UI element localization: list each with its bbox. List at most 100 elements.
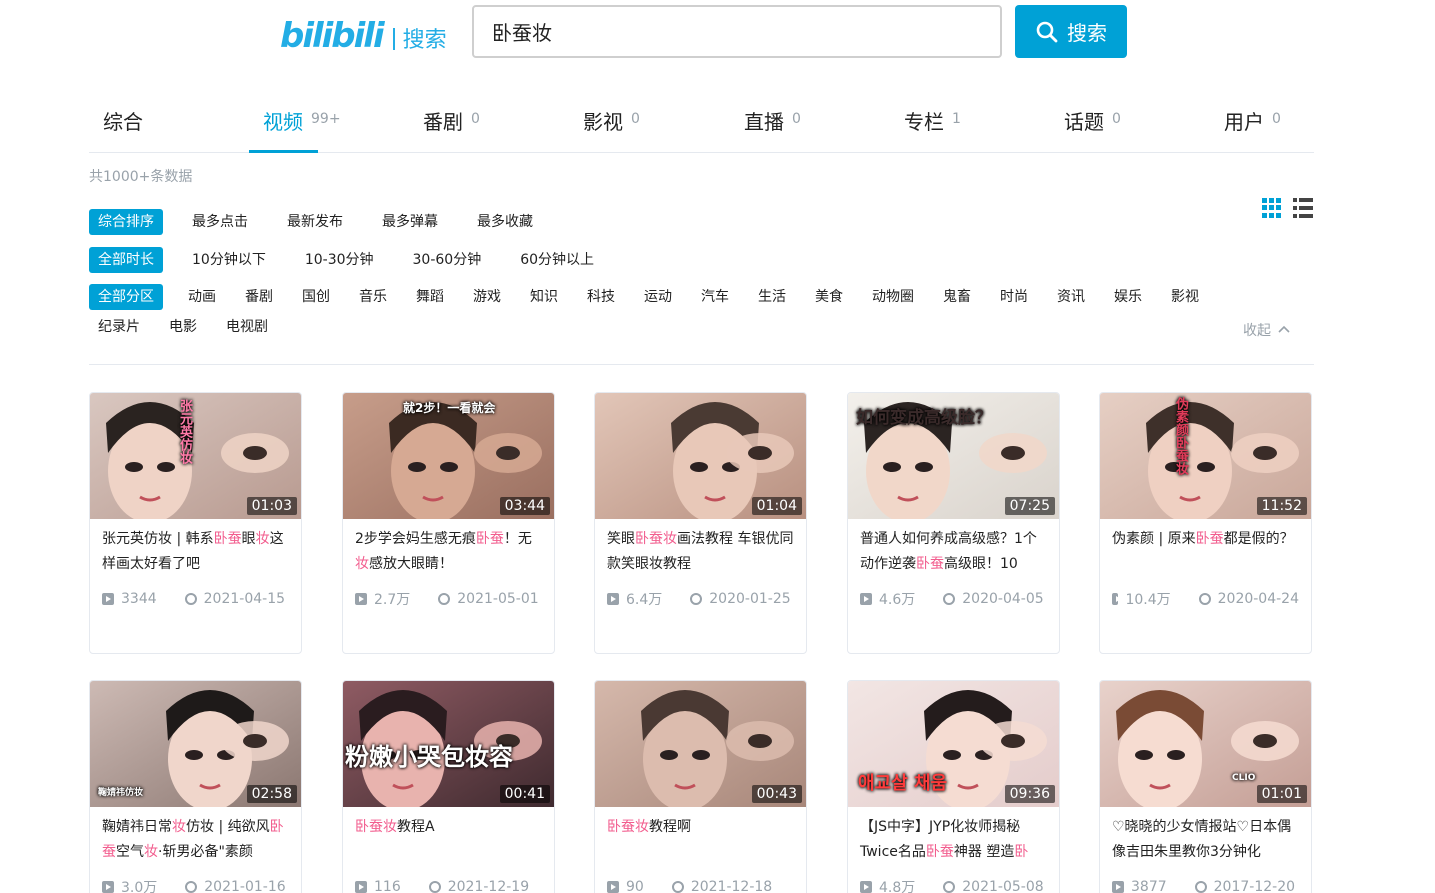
video-card[interactable]: 粉嫩小哭包妆容 00:41 卧蚕妆教程A 116 2021-12-19	[342, 680, 555, 893]
title-text: 都是假的？	[1223, 531, 1294, 547]
filter-zone-item[interactable]: 动物圈	[863, 284, 923, 310]
filter-sort-favorites[interactable]: 最多收藏	[468, 209, 542, 235]
video-thumbnail[interactable]: CLIO 01:01	[1100, 681, 1311, 807]
title-text: ！无	[503, 531, 532, 547]
video-title[interactable]: ♡晓晓的少女情报站♡日本偶像吉田朱里教你3分钟化	[1100, 815, 1311, 865]
title-text: 教程啊	[649, 819, 691, 835]
video-card[interactable]: 伪素颜卧蚕妆 11:52 伪素颜 | 原来卧蚕都是假的？ 10.4万 2020-04…	[1099, 392, 1312, 654]
filter-duration-over60[interactable]: 60分钟以上	[511, 247, 603, 273]
video-thumbnail[interactable]: 粉嫩小哭包妆容 00:41	[343, 681, 554, 807]
video-duration: 02:58	[246, 785, 297, 803]
video-title[interactable]: 卧蚕妆教程A	[343, 815, 554, 865]
filter-zone-item[interactable]: 资讯	[1048, 284, 1094, 310]
filter-sort-newest[interactable]: 最新发布	[278, 209, 352, 235]
filter-zone-item[interactable]: 动画	[179, 284, 225, 310]
tab-topic[interactable]: 话题 0	[1064, 96, 1121, 153]
upload-date-wrap: 2021-12-18	[671, 879, 772, 893]
filter-zone-item[interactable]: 影视	[1162, 284, 1208, 310]
filter-zone-item[interactable]: 游戏	[464, 284, 510, 310]
play-count: 90	[626, 879, 644, 893]
video-title[interactable]: 笑眼卧蚕妆画法教程 车银优同款笑眼妆教程	[595, 527, 806, 577]
filter-zone-item[interactable]: 美食	[806, 284, 852, 310]
filter-zone-item[interactable]: 时尚	[991, 284, 1037, 310]
filter-zone-item[interactable]: 鬼畜	[934, 284, 980, 310]
video-title[interactable]: 2步学会妈生感无痕卧蚕！无妆感放大眼睛！	[343, 527, 554, 577]
filter-zone-item[interactable]: 音乐	[350, 284, 396, 310]
logo-wordmark: bilibili	[280, 16, 385, 56]
video-title[interactable]: 鞠婧祎日常妆仿妆 | 纯欲风卧蚕空气妆·斩男必备"素颜	[90, 815, 301, 865]
filter-duration-all[interactable]: 全部时长	[89, 247, 163, 273]
video-thumbnail[interactable]: 00:43	[595, 681, 806, 807]
clock-icon	[1194, 881, 1207, 893]
filter-zone-item[interactable]: 国创	[293, 284, 339, 310]
video-thumbnail[interactable]: 就2步！一看就会 03:44	[343, 393, 554, 519]
filter-zone-item[interactable]: 汽车	[692, 284, 738, 310]
video-card[interactable]: 00:43 卧蚕妆教程啊 90 2021-12-18	[594, 680, 807, 893]
tab-live[interactable]: 直播 0	[744, 96, 801, 153]
filter-zone-item[interactable]: 电视剧	[217, 314, 277, 340]
tab-user[interactable]: 用户 0	[1224, 96, 1281, 153]
filter-zone-item[interactable]: 运动	[635, 284, 681, 310]
grid-view-icon[interactable]	[1262, 198, 1282, 218]
filter-duration-30-60[interactable]: 30-60分钟	[404, 247, 491, 273]
video-thumbnail[interactable]: 01:04	[595, 393, 806, 519]
filter-sort-clicks[interactable]: 最多点击	[183, 209, 257, 235]
tab-label: 综合	[103, 110, 143, 134]
video-card[interactable]: 01:04 笑眼卧蚕妆画法教程 车银优同款笑眼妆教程 6.4万 2020-01-2…	[594, 392, 807, 654]
video-thumbnail[interactable]: 伪素颜卧蚕妆 11:52	[1100, 393, 1311, 519]
tab-article[interactable]: 专栏 1	[904, 96, 961, 153]
video-thumbnail[interactable]: 张元英仿妆 01:03	[90, 393, 301, 519]
search-button[interactable]: 搜索	[1015, 5, 1127, 58]
filter-zone-all[interactable]: 全部分区	[89, 284, 163, 310]
chevron-up-icon	[1278, 325, 1291, 333]
video-card[interactable]: 애교살 채움 09:36 【JS中字】JYP化妆师揭秘Twice名品卧蚕神器 塑造卧…	[847, 680, 1060, 893]
video-meta: 6.4万 2020-01-25	[595, 587, 806, 611]
play-count: 116	[374, 879, 401, 893]
filter-duration-under10[interactable]: 10分钟以下	[183, 247, 275, 273]
video-title[interactable]: 卧蚕妆教程啊	[595, 815, 806, 865]
tab-film[interactable]: 影视 0	[583, 96, 640, 153]
search-button-label: 搜索	[1067, 21, 1107, 45]
video-card[interactable]: CLIO 01:01 ♡晓晓的少女情报站♡日本偶像吉田朱里教你3分钟化 3877 2…	[1099, 680, 1312, 893]
filter-sort-danmaku[interactable]: 最多弹幕	[373, 209, 447, 235]
upload-date-wrap: 2020-04-24	[1198, 591, 1299, 607]
video-meta: 3344 2021-04-15	[90, 587, 301, 611]
video-thumbnail[interactable]: 如何变成高级脸？ 07:25	[848, 393, 1059, 519]
video-card[interactable]: 鞠婧祎仿妆 02:58 鞠婧祎日常妆仿妆 | 纯欲风卧蚕空气妆·斩男必备"素颜 3.…	[89, 680, 302, 893]
play-count-icon	[355, 881, 367, 893]
video-title[interactable]: 张元英仿妆 | 韩系卧蚕眼妆这样画太好看了吧	[90, 527, 301, 577]
filter-zone-item[interactable]: 娱乐	[1105, 284, 1151, 310]
collapse-filters-button[interactable]: 收起	[1243, 320, 1291, 340]
view-toggle	[1262, 198, 1313, 218]
video-card[interactable]: 张元英仿妆 01:03 张元英仿妆 | 韩系卧蚕眼妆这样画太好看了吧 3344 20…	[89, 392, 302, 654]
video-title[interactable]: 伪素颜 | 原来卧蚕都是假的？	[1100, 527, 1311, 577]
bilibili-logo[interactable]: bilibili 搜索	[280, 14, 447, 58]
filter-zone-item[interactable]: 生活	[749, 284, 795, 310]
video-thumbnail[interactable]: 애교살 채움 09:36	[848, 681, 1059, 807]
filter-zone-item[interactable]: 知识	[521, 284, 567, 310]
title-text: 仿妆 | 纯欲风	[186, 819, 270, 835]
video-title[interactable]: 【JS中字】JYP化妆师揭秘Twice名品卧蚕神器 塑造卧	[848, 815, 1059, 865]
tab-video[interactable]: 视频 99+	[263, 96, 341, 153]
video-thumbnail[interactable]: 鞠婧祎仿妆 02:58	[90, 681, 301, 807]
list-view-icon[interactable]	[1293, 198, 1313, 218]
tab-label: 专栏	[904, 110, 944, 134]
filter-zone-item[interactable]: 番剧	[236, 284, 282, 310]
filter-zone-item[interactable]: 舞蹈	[407, 284, 453, 310]
filter-sort-default[interactable]: 综合排序	[89, 209, 163, 235]
filter-duration-10-30[interactable]: 10-30分钟	[296, 247, 383, 273]
video-card[interactable]: 如何变成高级脸？ 07:25 普通人如何养成高级感？1个动作逆袭卧蚕高级眼！10 4…	[847, 392, 1060, 654]
tab-bangumi[interactable]: 番剧 0	[423, 96, 480, 153]
filter-zone-item[interactable]: 科技	[578, 284, 624, 310]
tab-all[interactable]: 综合	[103, 96, 143, 153]
play-count: 10.4万	[1125, 592, 1171, 608]
thumbnail-caption: 伪素颜卧蚕妆	[1173, 397, 1188, 475]
filter-zone-item[interactable]: 电影	[160, 314, 206, 340]
keyword-highlight: 卧蚕	[213, 531, 242, 547]
result-count: 共1000+条数据	[89, 169, 193, 185]
filter-zone-item[interactable]: 纪录片	[89, 314, 149, 340]
search-input[interactable]	[492, 19, 982, 44]
search-box[interactable]	[472, 5, 1002, 58]
video-title[interactable]: 普通人如何养成高级感？1个动作逆袭卧蚕高级眼！10	[848, 527, 1059, 577]
video-card[interactable]: 就2步！一看就会 03:44 2步学会妈生感无痕卧蚕！无妆感放大眼睛！ 2.7万 2…	[342, 392, 555, 654]
